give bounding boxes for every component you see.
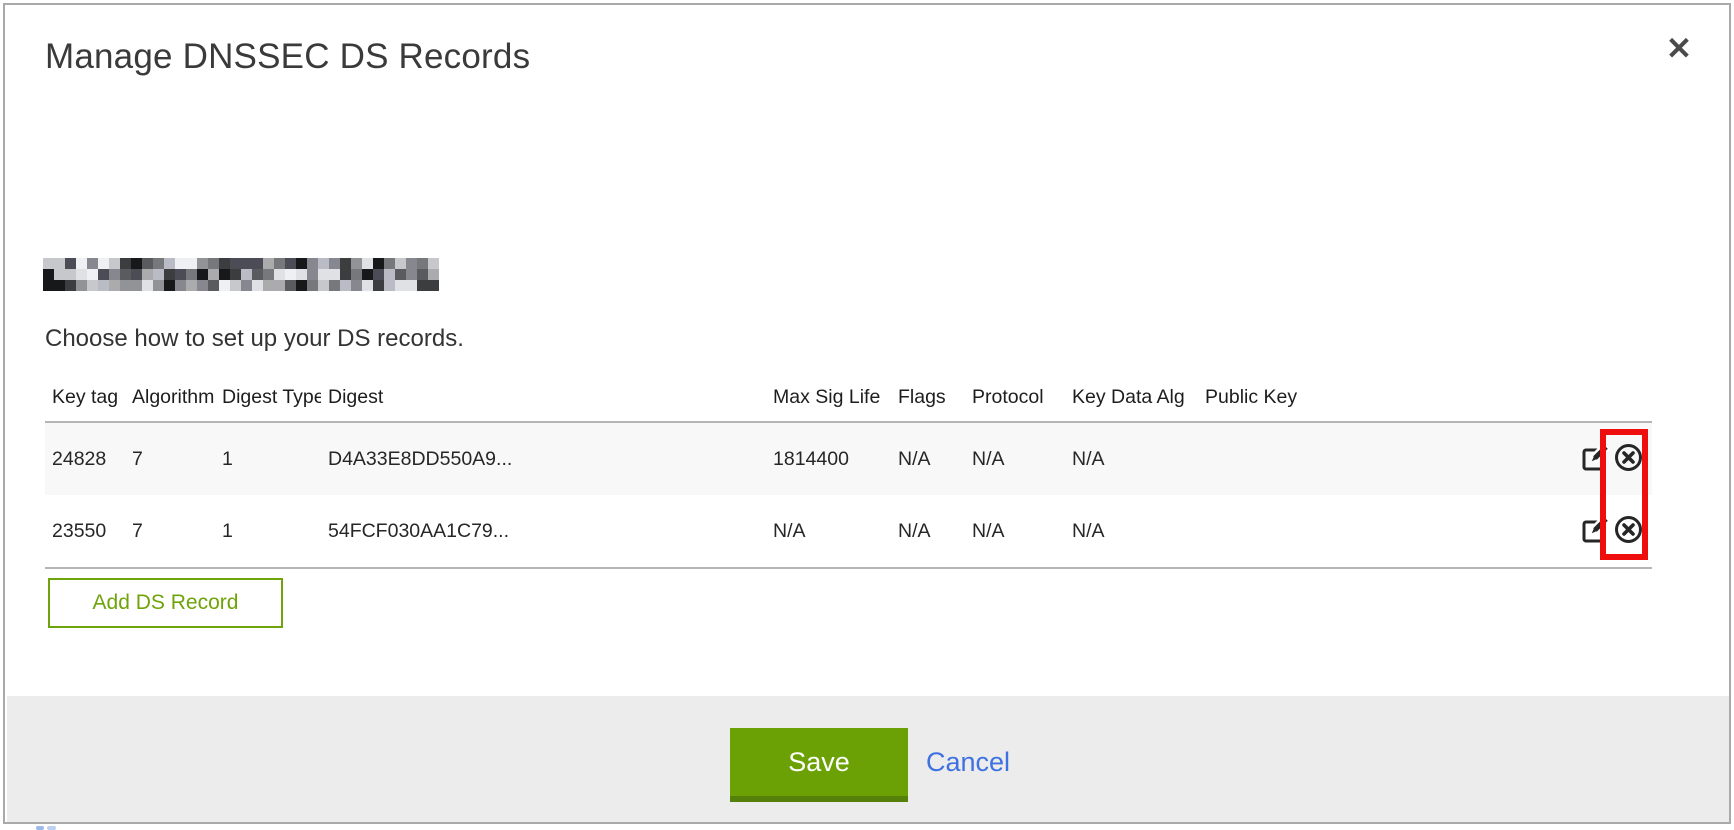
cell-digest: 54FCF030AA1C79... [321, 520, 766, 543]
cell-digest-type: 1 [215, 520, 321, 543]
delete-circle-icon [1613, 516, 1644, 547]
background-page-fragment [47, 826, 56, 830]
delete-circle-icon [1613, 444, 1644, 475]
cell-key-tag: 23550 [45, 520, 125, 543]
table-row: 23550 7 1 54FCF030AA1C79... N/A N/A N/A … [45, 495, 1652, 567]
edit-record-button[interactable] [1579, 444, 1610, 475]
ds-records-table: Key tag Algorithm Digest Type Digest Max… [45, 373, 1652, 569]
edit-icon [1580, 516, 1610, 547]
cell-max-sig-life: 1814400 [766, 448, 891, 471]
manage-dnssec-modal: Manage DNSSEC DS Records ✕ Choose how to… [3, 3, 1731, 824]
redacted-domain-name [43, 258, 439, 291]
cell-algorithm: 7 [125, 448, 215, 471]
edit-icon [1580, 444, 1610, 475]
cell-digest-type: 1 [215, 448, 321, 471]
add-ds-record-button[interactable]: Add DS Record [48, 578, 283, 628]
column-header-public-key: Public Key [1198, 386, 1572, 409]
cell-flags: N/A [891, 448, 965, 471]
column-header-digest-type: Digest Type [215, 386, 321, 409]
modal-footer: Save Cancel [7, 696, 1729, 822]
column-header-protocol: Protocol [965, 386, 1065, 409]
table-row: 24828 7 1 D4A33E8DD550A9... 1814400 N/A … [45, 423, 1652, 495]
page-title: Manage DNSSEC DS Records [45, 37, 530, 77]
cell-key-tag: 24828 [45, 448, 125, 471]
column-header-key-tag: Key tag [45, 386, 125, 409]
cell-protocol: N/A [965, 520, 1065, 543]
table-body: 24828 7 1 D4A33E8DD550A9... 1814400 N/A … [45, 421, 1652, 569]
cell-key-data-alg: N/A [1065, 448, 1198, 471]
instruction-text: Choose how to set up your DS records. [45, 325, 464, 353]
delete-record-button[interactable] [1613, 516, 1644, 547]
save-button[interactable]: Save [730, 728, 908, 802]
row-actions [1572, 516, 1652, 547]
edit-record-button[interactable] [1579, 516, 1610, 547]
cancel-link[interactable]: Cancel [926, 730, 1010, 794]
column-header-flags: Flags [891, 386, 965, 409]
cell-max-sig-life: N/A [766, 520, 891, 543]
cell-key-data-alg: N/A [1065, 520, 1198, 543]
cell-flags: N/A [891, 520, 965, 543]
column-header-key-data-alg: Key Data Alg [1065, 386, 1198, 409]
table-header-row: Key tag Algorithm Digest Type Digest Max… [45, 373, 1652, 421]
cell-algorithm: 7 [125, 520, 215, 543]
column-header-digest: Digest [321, 386, 766, 409]
row-actions [1572, 444, 1652, 475]
cell-digest: D4A33E8DD550A9... [321, 448, 766, 471]
close-icon[interactable]: ✕ [1657, 27, 1701, 71]
page-background: Manage DNSSEC DS Records ✕ Choose how to… [0, 0, 1734, 830]
delete-record-button[interactable] [1613, 444, 1644, 475]
background-page-fragment [36, 826, 44, 830]
column-header-max-sig-life: Max Sig Life [766, 386, 891, 409]
column-header-algorithm: Algorithm [125, 386, 215, 409]
cell-protocol: N/A [965, 448, 1065, 471]
